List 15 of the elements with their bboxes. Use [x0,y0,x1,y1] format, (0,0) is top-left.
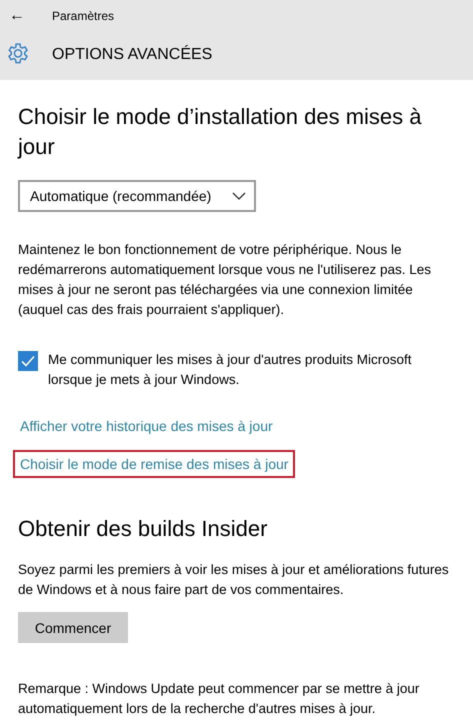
install-mode-dropdown[interactable]: Automatique (recommandée) [18,180,256,212]
note-text: Remarque : Windows Update peut commencer par se mettre à jour automatiquement lors de la recherche d'autres mises à jour. [18,680,420,718]
description-text: Soyez parmi les premiers à voir les mises à jour et améliorations futures de Windows et à nous faire part de vos commentaires. [18,561,450,599]
chevron-icon [232,192,246,200]
back-button[interactable]: ← [8,7,26,25]
start-button[interactable]: Commencer [18,612,128,643]
checkbox[interactable] [18,351,38,371]
description-text: Maintenez le bon fonctionnement de votre périphérique. Nous le redémarrerons automatiquement lorsque vous ne l'utiliserez pas. Les mises à jour ne seront pas téléchargées via une connexion limitée (auquel cas des frais pourraient s'appliquer). [18,241,432,319]
app-title: Paramètres [52,9,114,23]
link[interactable]: Choisir le mode de remise des mises à jour [13,450,296,478]
page-title: OPTIONS AVANCÉES [52,46,212,64]
checkbox-label: Me communiquer les mises à jour d'autres produits Microsoft lorsque je mets à jour Windows. [48,351,412,389]
section-heading: Choisir le mode d’installation des mises à jour [18,103,423,161]
section-heading: Obtenir des builds Insider [18,515,268,543]
link[interactable]: Afficher votre historique des mises à jour [13,412,280,440]
